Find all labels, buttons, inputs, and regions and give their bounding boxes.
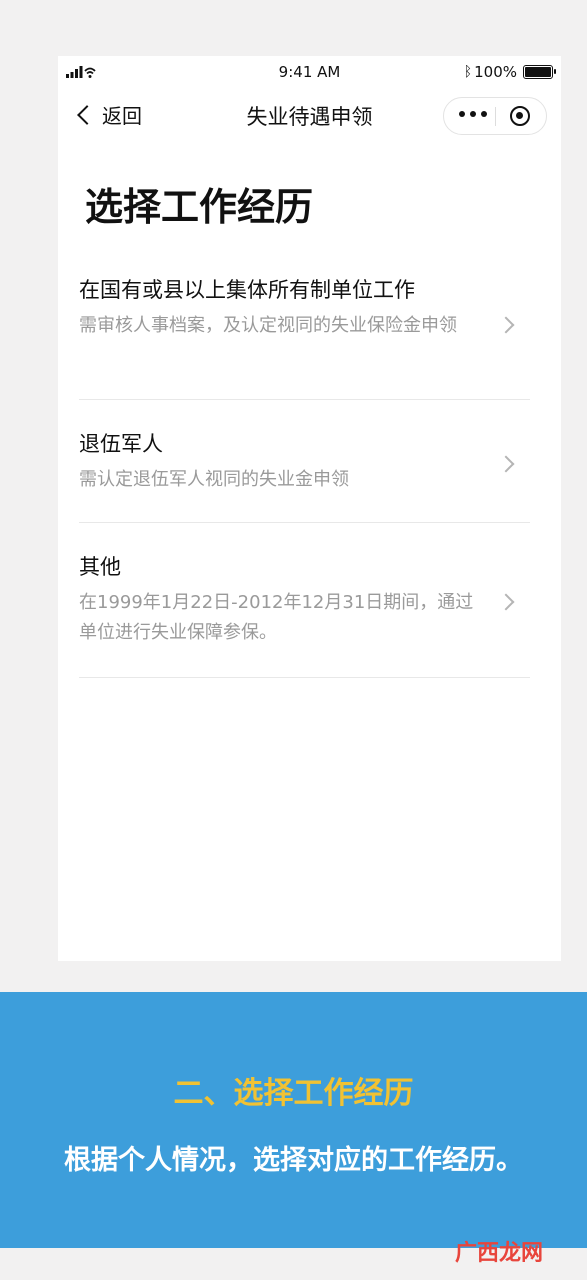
battery-percent: 100% <box>474 63 517 81</box>
capsule-divider <box>495 107 496 126</box>
option-state-owned-unit[interactable]: 在国有或县以上集体所有制单位工作 需审核人事档案，及认定视同的失业保险金申领 <box>79 275 530 341</box>
option-description: 在1999年1月22日-2012年12月31日期间，通过单位进行失业保障参保。 <box>79 592 474 643</box>
caption-banner: 二、选择工作经历 根据个人情况，选择对应的工作经历。 <box>0 992 587 1248</box>
battery-icon <box>523 65 556 79</box>
divider <box>79 677 530 678</box>
divider <box>79 522 530 523</box>
option-other[interactable]: 其他 在1999年1月22日-2012年12月31日期间，通过单位进行失业保障参… <box>79 552 530 648</box>
status-bar: 9:41 AM ᛒ 100% <box>58 56 561 88</box>
option-title: 在国有或县以上集体所有制单位工作 <box>79 278 415 302</box>
bluetooth-icon: ᛒ <box>463 64 473 80</box>
status-right: ᛒ 100% <box>463 63 556 81</box>
chevron-right-icon <box>497 316 515 334</box>
option-description: 需审核人事档案，及认定视同的失业保险金申领 <box>79 315 457 336</box>
navigation-bar: 返回 失业待遇申领 <box>58 88 561 142</box>
more-icon[interactable] <box>459 111 487 117</box>
close-target-icon[interactable] <box>510 106 530 126</box>
option-title: 退伍军人 <box>79 432 163 456</box>
divider <box>79 399 530 400</box>
banner-text: 根据个人情况，选择对应的工作经历。 <box>64 1145 523 1176</box>
option-veteran[interactable]: 退伍军人 需认定退伍军人视同的失业金申领 <box>79 429 530 495</box>
option-description: 需认定退伍军人视同的失业金申领 <box>79 469 349 490</box>
watermark-logo: 广西龙网 <box>455 1241 544 1266</box>
banner-heading: 二、选择工作经历 <box>173 1076 414 1111</box>
phone-screen: 9:41 AM ᛒ 100% 返回 失业待遇申领 选择工作经历 在国有或县以上集… <box>58 56 561 961</box>
miniprogram-capsule <box>443 97 547 135</box>
page-title: 选择工作经历 <box>85 185 314 229</box>
option-title: 其他 <box>79 555 121 579</box>
chevron-right-icon <box>497 593 515 611</box>
